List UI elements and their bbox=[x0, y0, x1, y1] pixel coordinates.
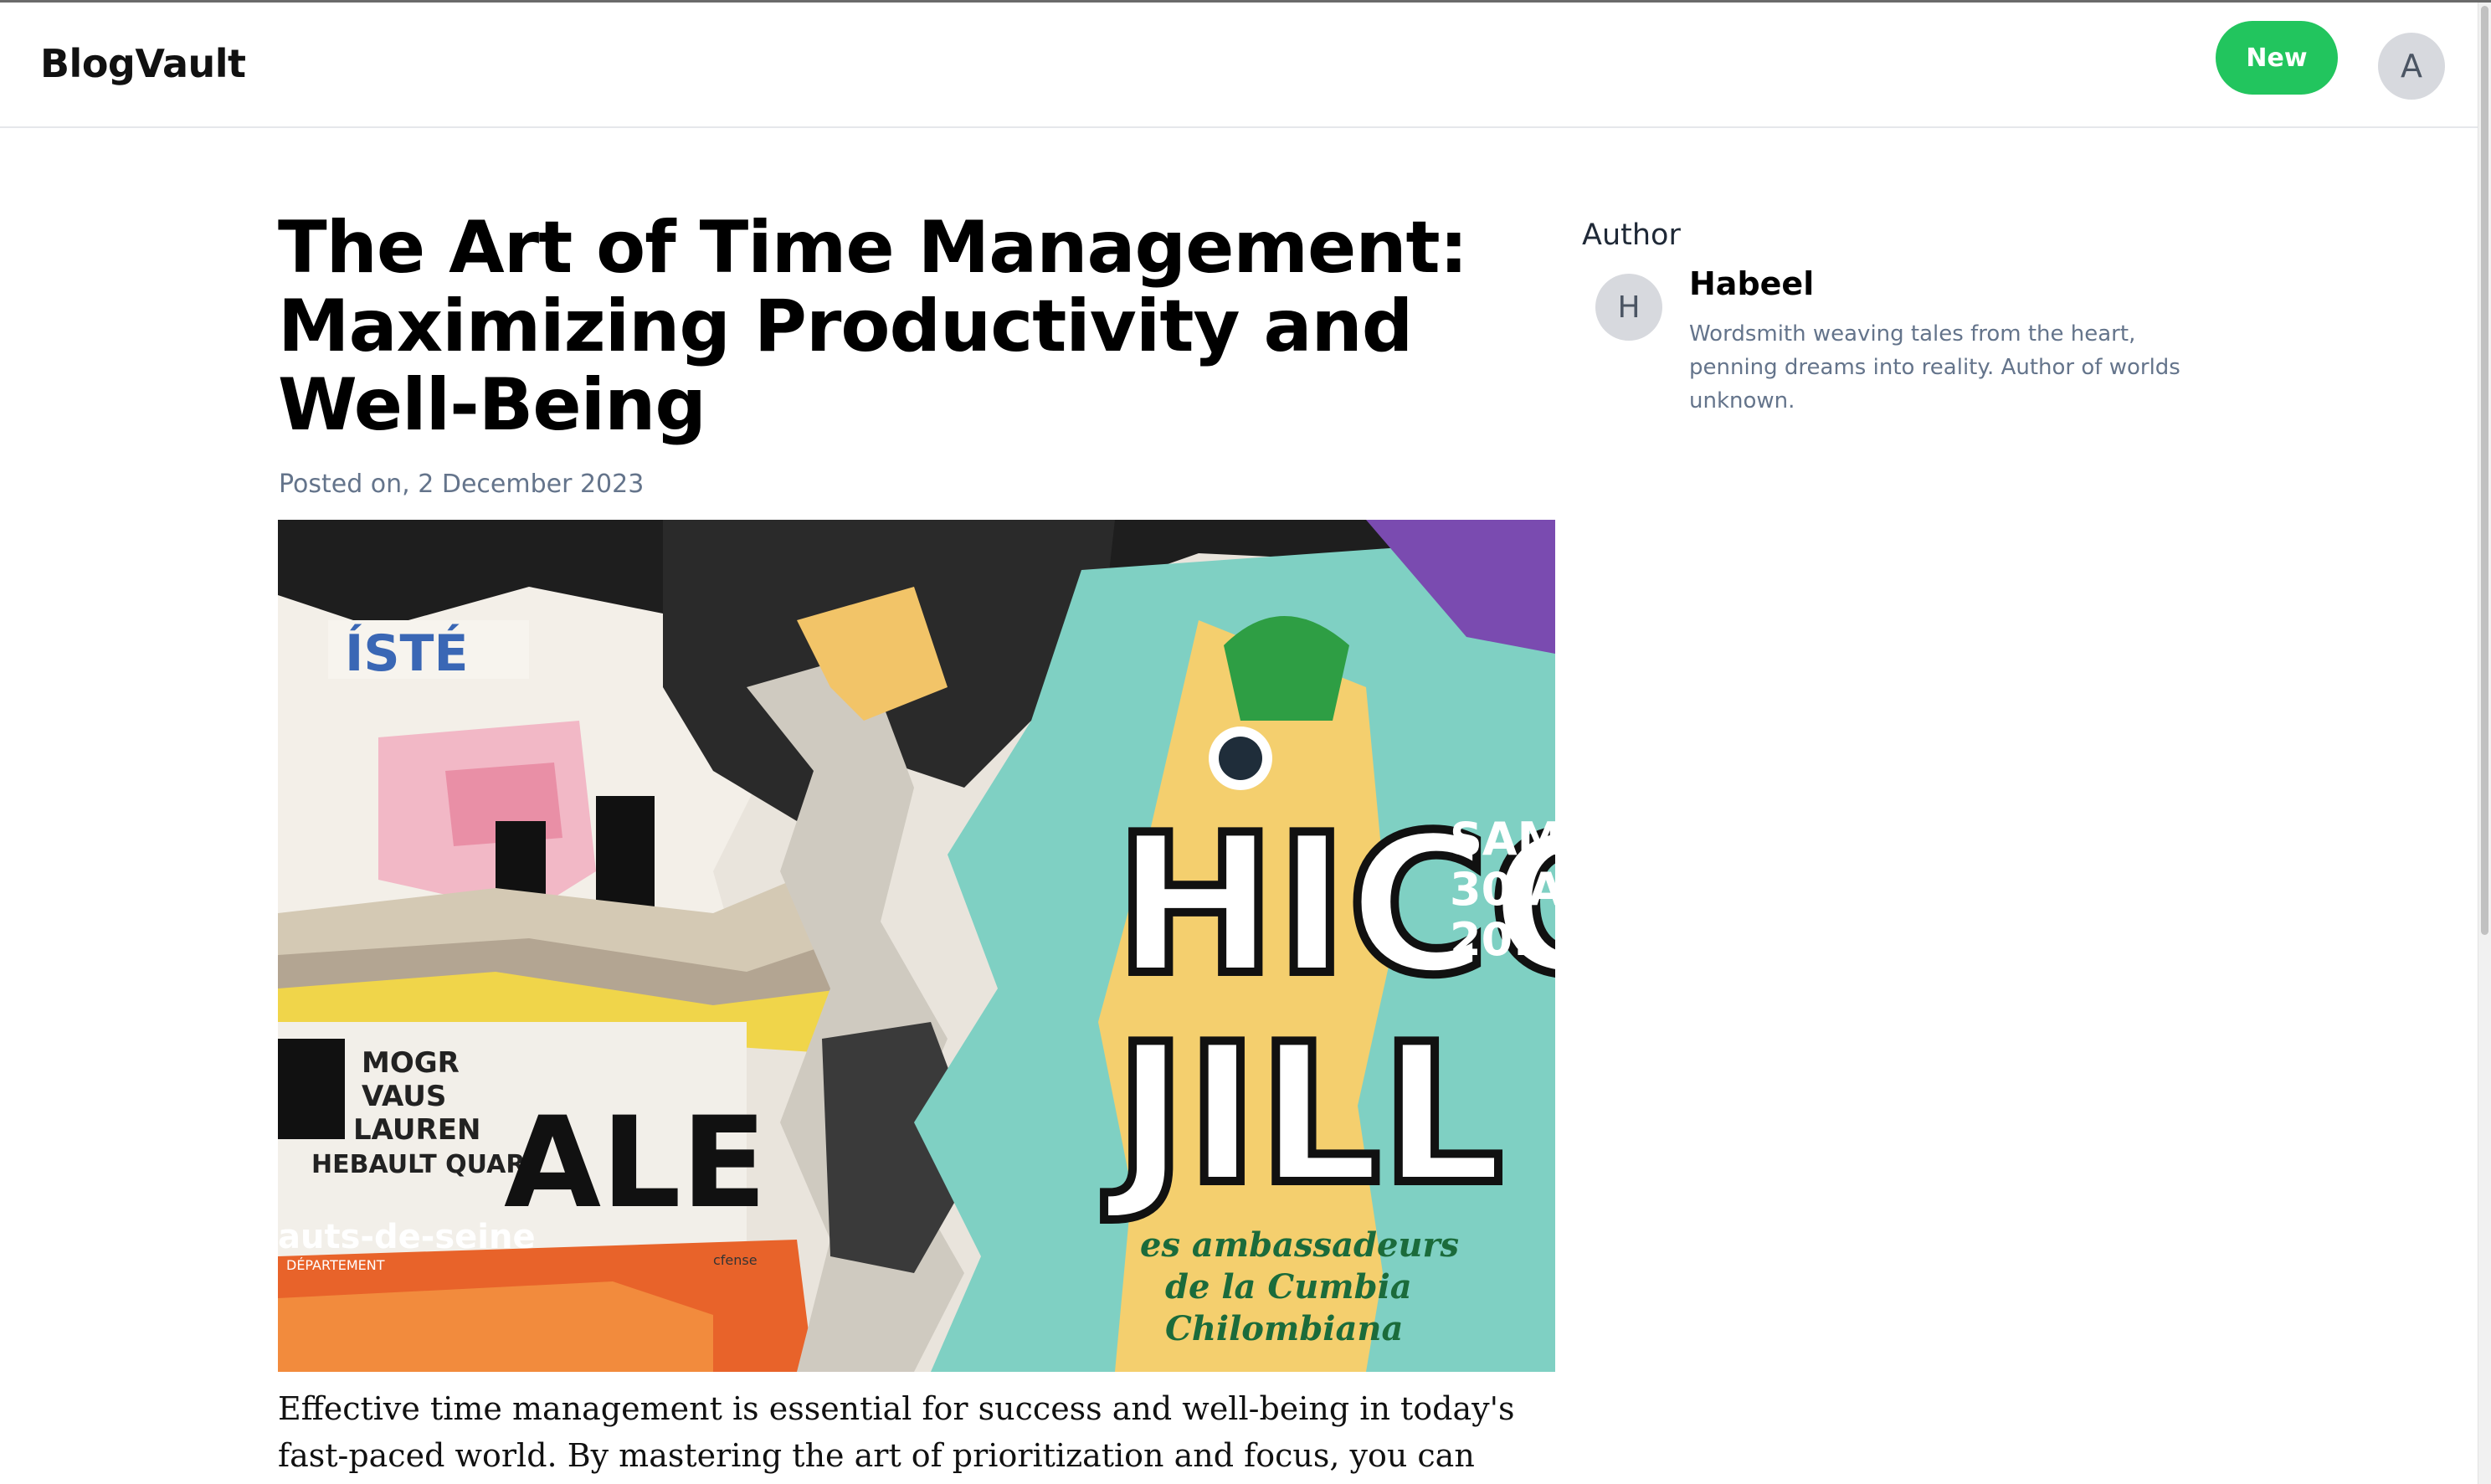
article-title: The Art of Time Management: Maximizing P… bbox=[278, 206, 1468, 447]
article-body: Effective time management is essential f… bbox=[278, 1390, 1515, 1474]
brand-logo[interactable]: BlogVault bbox=[40, 41, 246, 86]
hero-text-sam-2: 30 A bbox=[1450, 863, 1555, 916]
hero-text-names-2: VAUS bbox=[362, 1080, 446, 1113]
hero-text-names-4: HEBAULT QUAR bbox=[311, 1150, 525, 1179]
hero-text-names-1: MOGR bbox=[362, 1046, 460, 1080]
article-hero-image: ÍSTÉ MOGR VAUS LAUREN HEBAULT QUAR ALE a… bbox=[278, 520, 1555, 1372]
hero-text-jill: JILL bbox=[1104, 1004, 1503, 1227]
author-heading: Author bbox=[1582, 218, 1681, 252]
hero-text-auts: auts-de-seine bbox=[278, 1218, 536, 1256]
hero-text-cfense: cfense bbox=[713, 1252, 758, 1268]
page: BlogVault New A The Art of Time Manageme… bbox=[0, 0, 2491, 1484]
svg-text:ÍSTÉ: ÍSTÉ bbox=[345, 623, 468, 683]
hero-text-script-1: es ambassadeurs bbox=[1140, 1225, 1459, 1265]
post-date: Posted on, 2 December 2023 bbox=[279, 470, 645, 499]
top-navbar: BlogVault New A bbox=[0, 3, 2478, 128]
hero-text-ale: ALE bbox=[504, 1091, 767, 1236]
author-name: Habeel bbox=[1689, 265, 1815, 302]
hero-text-names-3: LAUREN bbox=[353, 1113, 480, 1147]
new-post-button[interactable]: New bbox=[2216, 21, 2338, 95]
hero-text-script-3: Chilombiana bbox=[1165, 1309, 1403, 1348]
author-bio: Wordsmith weaving tales from the heart, … bbox=[1689, 321, 2180, 413]
user-avatar[interactable]: A bbox=[2378, 33, 2445, 100]
hero-text-script-2: de la Cumbia bbox=[1165, 1267, 1412, 1307]
hero-text-sam: SAM bbox=[1450, 813, 1555, 865]
hero-text-departement: DÉPARTEMENT bbox=[286, 1257, 385, 1273]
author-avatar: H bbox=[1595, 274, 1662, 341]
hero-text-sam-3: 201 bbox=[1450, 913, 1544, 966]
page-scrollbar[interactable] bbox=[2478, 3, 2491, 1484]
scrollbar-thumb[interactable] bbox=[2481, 6, 2488, 935]
